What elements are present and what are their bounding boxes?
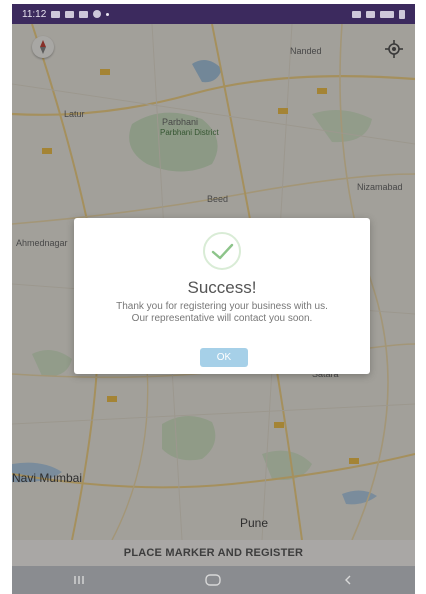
message-icon — [65, 10, 75, 18]
status-time: 11:12 — [22, 8, 47, 20]
status-bar-left: 11:12 — [22, 8, 110, 20]
dialog-title: Success! — [187, 278, 257, 297]
recent-apps-icon[interactable] — [59, 569, 99, 591]
place-marker-register-button[interactable]: PLACE MARKER AND REGISTER — [12, 540, 415, 566]
wifi-icon — [366, 10, 375, 18]
status-bar: 11:12 — [12, 4, 415, 24]
home-icon[interactable] — [193, 569, 233, 591]
settings-icon — [93, 10, 102, 18]
navigation-bar — [12, 566, 415, 594]
check-icon — [203, 232, 241, 270]
notification-dot-icon — [106, 12, 110, 16]
phone-screen: 11:12 Nanded Latur Parbhani Parbhani Dis… — [12, 4, 415, 594]
alarm-icon — [352, 10, 361, 18]
battery-icon — [399, 9, 405, 19]
gallery-icon — [51, 10, 61, 18]
back-icon[interactable] — [328, 569, 368, 591]
message-icon — [79, 10, 89, 18]
signal-icon — [380, 10, 394, 18]
status-bar-right — [352, 9, 405, 19]
success-dialog: Success! Thank you for registering your … — [74, 218, 370, 374]
dialog-message: Thank you for registering your business … — [116, 301, 328, 324]
ok-button[interactable]: OK — [200, 348, 248, 367]
register-bar-label: PLACE MARKER AND REGISTER — [123, 547, 304, 559]
